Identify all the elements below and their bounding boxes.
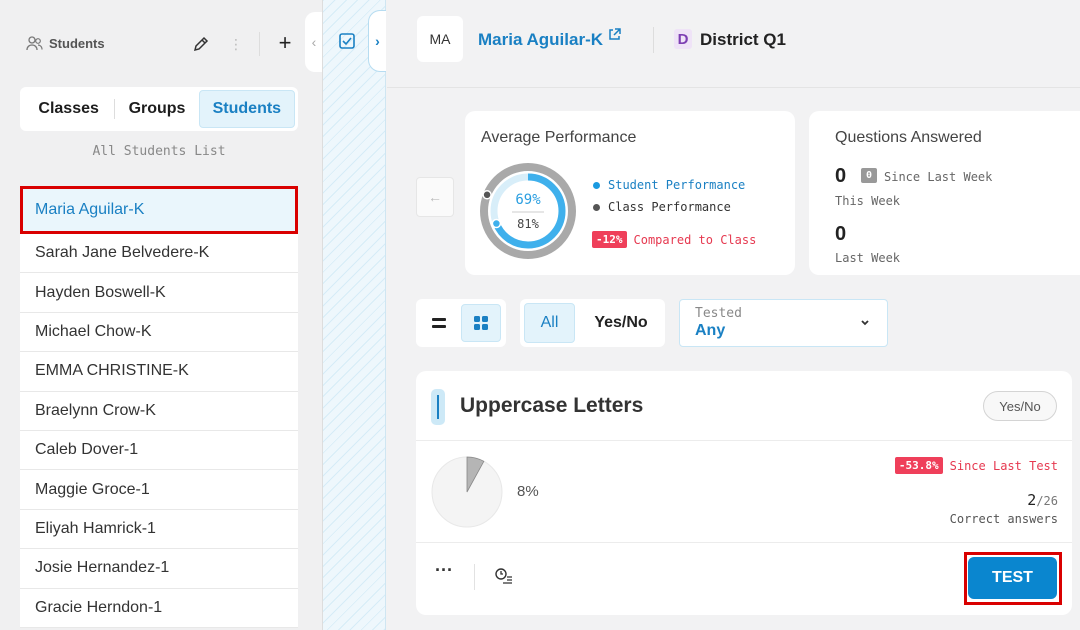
collapsed-panel: › (323, 0, 386, 630)
since-label: Since Last Test (949, 458, 1058, 473)
compare-badge: -12% (592, 231, 627, 248)
list-item[interactable]: Sarah Jane Belvedere-K (20, 234, 298, 274)
last-week-value: 0 (835, 223, 847, 245)
drag-handle-icon[interactable]: ⋮ (229, 34, 243, 54)
total-value: /26 (1036, 494, 1058, 508)
list-item[interactable]: Caleb Dover-1 (20, 431, 298, 471)
header-divider (653, 27, 654, 53)
grid-view-icon (474, 316, 488, 330)
legend-dot (593, 181, 600, 189)
external-link-icon[interactable] (607, 27, 622, 42)
compare-label: Compared to Class (633, 232, 757, 247)
previous-button[interactable]: ← (416, 177, 454, 217)
card-title: Average Performance (481, 129, 637, 146)
header-divider (259, 32, 260, 56)
checklist-icon[interactable] (338, 32, 356, 50)
expand-panel-button[interactable]: › (368, 10, 386, 72)
list-item[interactable]: Maria Aguilar-K (20, 186, 298, 234)
students-sidebar: Students ⋮ + Classes Groups Students All… (0, 0, 322, 630)
class-pct-label: 81% (517, 217, 539, 231)
test-button[interactable]: TEST (968, 557, 1057, 599)
skill-pct-label: 8% (517, 483, 539, 500)
footer-divider (474, 564, 475, 590)
avatar: MA (417, 16, 463, 62)
skill-type-badge: Yes/No (983, 391, 1057, 421)
skill-score-pie (431, 456, 503, 528)
legend-label: Student Performance (608, 178, 746, 192)
skill-card: Uppercase Letters Yes/No 8% -53.8% Since… (416, 371, 1072, 615)
tested-value: Any (695, 322, 726, 339)
chevron-left-icon: ‹ (311, 34, 317, 50)
card-divider (416, 440, 1072, 441)
grid-view-button[interactable] (461, 304, 501, 342)
student-name-link[interactable]: Maria Aguilar-K (478, 30, 603, 50)
sidebar-title: Students (26, 36, 105, 51)
add-student-button[interactable]: + (275, 32, 295, 56)
arrow-left-icon: ← (428, 189, 442, 205)
tested-label: Tested (695, 306, 742, 321)
legend-label: Class Performance (608, 200, 731, 214)
list-item[interactable]: Braelynn Crow-K (20, 392, 298, 431)
class-marker (482, 190, 492, 200)
filter-yesno-button[interactable]: Yes/No (582, 303, 660, 343)
list-item[interactable]: Hayden Boswell-K (20, 273, 298, 313)
skill-marker (431, 389, 445, 425)
list-view-button[interactable] (424, 307, 454, 339)
list-item[interactable]: Michael Chow-K (20, 313, 298, 353)
this-week-label: This Week (835, 194, 901, 208)
list-heading: All Students List (92, 144, 226, 159)
sidebar-title-label: Students (49, 36, 105, 51)
skill-title: Uppercase Letters (460, 394, 644, 417)
since-last-test: -53.8% Since Last Test (894, 457, 1058, 474)
list-item[interactable]: Maggie Groce-1 (20, 470, 298, 510)
legend-class: Class Performance (593, 200, 731, 214)
correct-value: 2 (1027, 491, 1037, 509)
questions-answered-card: Questions Answered 0 0 Since Last Week T… (809, 111, 1080, 275)
since-badge: -53.8% (894, 457, 943, 474)
view-tabs: Classes Groups Students (20, 87, 298, 131)
chevron-right-icon: › (375, 33, 380, 49)
chevron-down-icon (861, 320, 869, 326)
list-item[interactable]: Eliyah Hamrick-1 (20, 510, 298, 550)
district-name: District Q1 (700, 30, 786, 49)
performance-donut: 69% 81% (480, 163, 576, 259)
since-label: Since Last Week (884, 170, 993, 184)
more-options-button[interactable]: ··· (432, 561, 456, 581)
list-view-icon (432, 318, 446, 328)
correct-label: Correct answers (949, 512, 1058, 526)
tab-students[interactable]: Students (198, 90, 295, 128)
compare-to-class: -12% Compared to Class (592, 231, 756, 248)
since-badge: 0 (861, 168, 877, 183)
card-title: Questions Answered (835, 129, 982, 146)
sidebar-header: Students ⋮ + (0, 0, 322, 88)
legend-dot (593, 203, 600, 211)
filter-all-button[interactable]: All (524, 303, 575, 343)
student-pct-label: 69% (515, 192, 541, 208)
list-item[interactable]: Josie Hernandez-1 (20, 549, 298, 589)
card-divider (416, 542, 1072, 543)
last-week-label: Last Week (835, 251, 901, 265)
student-header: MA Maria Aguilar-K D District Q1 (387, 0, 1080, 88)
average-performance-card: Average Performance 69% 81% Student Perf… (465, 111, 795, 275)
collapse-sidebar-button[interactable]: ‹ (305, 12, 323, 72)
district-badge: D (674, 29, 692, 49)
this-week-value: 0 (835, 165, 847, 187)
tested-select[interactable]: Tested Any (679, 299, 888, 347)
list-item[interactable]: Gracie Herndon-1 (20, 589, 298, 628)
layout-toggle (416, 299, 506, 347)
history-icon[interactable] (494, 567, 514, 585)
student-marker (491, 218, 502, 229)
correct-count: 2/26 (1027, 491, 1058, 509)
pencil-icon[interactable] (191, 34, 211, 54)
list-item[interactable]: EMMA CHRISTINE-K (20, 352, 298, 392)
question-type-filter: All Yes/No (520, 299, 665, 347)
student-list: Maria Aguilar-K Sarah Jane Belvedere-K H… (20, 186, 298, 628)
main-content: MA Maria Aguilar-K D District Q1 ← Avera… (387, 0, 1080, 630)
users-icon (26, 36, 43, 51)
tab-classes[interactable]: Classes (23, 90, 114, 128)
legend-student: Student Performance (593, 178, 745, 192)
tab-groups[interactable]: Groups (115, 90, 198, 128)
